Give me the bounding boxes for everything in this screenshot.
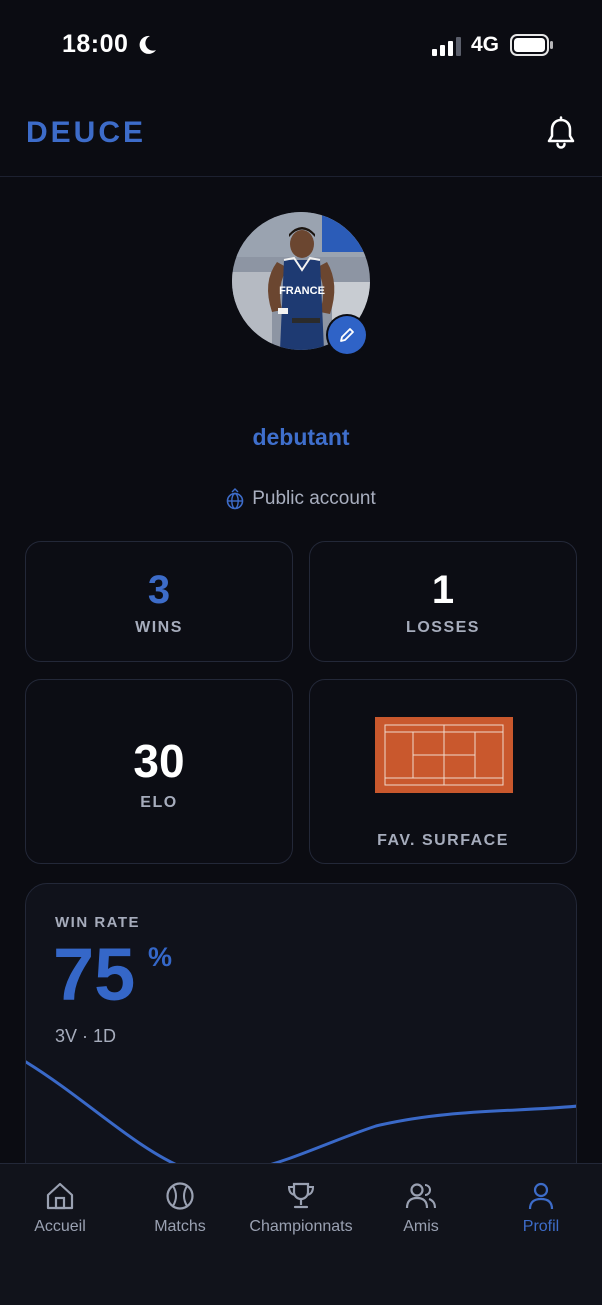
favorite-surface-card: FAV. SURFACE xyxy=(309,679,577,864)
battery-icon xyxy=(510,34,553,56)
win-rate-value: 75 xyxy=(53,933,136,1016)
avatar-container: FRANCE xyxy=(232,212,370,354)
wins-value: 3 xyxy=(147,568,171,612)
app-logo: DEUCE xyxy=(26,116,147,149)
bell-icon[interactable] xyxy=(545,116,577,150)
tab-profil[interactable]: Profil xyxy=(481,1180,601,1236)
win-rate-card: WIN RATE 75 % 3V · 1D xyxy=(25,883,577,1203)
trophy-icon xyxy=(287,1182,315,1209)
jersey-text: FRANCE xyxy=(279,285,325,297)
tab-label-amis: Amis xyxy=(403,1218,439,1235)
pencil-icon xyxy=(340,328,354,342)
account-type-label: Public account xyxy=(252,488,376,509)
tab-label-profil: Profil xyxy=(522,1218,560,1235)
tab-amis[interactable]: Amis xyxy=(361,1180,481,1236)
friends-icon xyxy=(405,1183,436,1209)
tab-accueil[interactable]: Accueil xyxy=(0,1180,120,1236)
app-header: DEUCE xyxy=(0,90,602,177)
network-type: 4G xyxy=(471,33,500,56)
edit-avatar-button[interactable] xyxy=(328,316,366,354)
favorite-surface-label: FAV. SURFACE xyxy=(377,832,509,849)
tab-championnats[interactable]: Championnats xyxy=(241,1180,361,1236)
elo-value: 30 xyxy=(133,735,185,787)
losses-card: 1 LOSSES xyxy=(309,541,577,662)
wins-label: WINS xyxy=(135,619,183,636)
win-loss-record: 3V · 1D xyxy=(55,1026,117,1046)
tab-label-accueil: Accueil xyxy=(34,1218,86,1235)
account-visibility: Public account xyxy=(0,488,602,510)
win-rate-label: WIN RATE xyxy=(55,914,141,931)
home-icon xyxy=(46,1182,74,1210)
moon-icon xyxy=(139,35,156,54)
losses-label: LOSSES xyxy=(406,619,480,636)
elo-card: 30 ELO xyxy=(25,679,293,864)
bottom-tab-bar: Accueil Matchs Championnats Amis Profil xyxy=(0,1163,602,1305)
globe-icon xyxy=(226,488,244,510)
clay-court-icon xyxy=(375,717,513,793)
wins-card: 3 WINS xyxy=(25,541,293,662)
losses-value: 1 xyxy=(431,568,455,612)
tab-label-matchs: Matchs xyxy=(154,1218,206,1235)
elo-label: ELO xyxy=(140,794,178,811)
signal-icon xyxy=(432,37,461,56)
user-icon xyxy=(528,1182,554,1210)
win-rate-unit: % xyxy=(148,942,173,972)
tab-label-championnats: Championnats xyxy=(249,1218,353,1235)
status-bar: 18:00 4G xyxy=(0,0,602,90)
tennis-ball-icon xyxy=(166,1182,194,1210)
username: debutant xyxy=(252,424,350,450)
status-time: 18:00 xyxy=(62,30,129,58)
tab-matchs[interactable]: Matchs xyxy=(120,1180,240,1236)
